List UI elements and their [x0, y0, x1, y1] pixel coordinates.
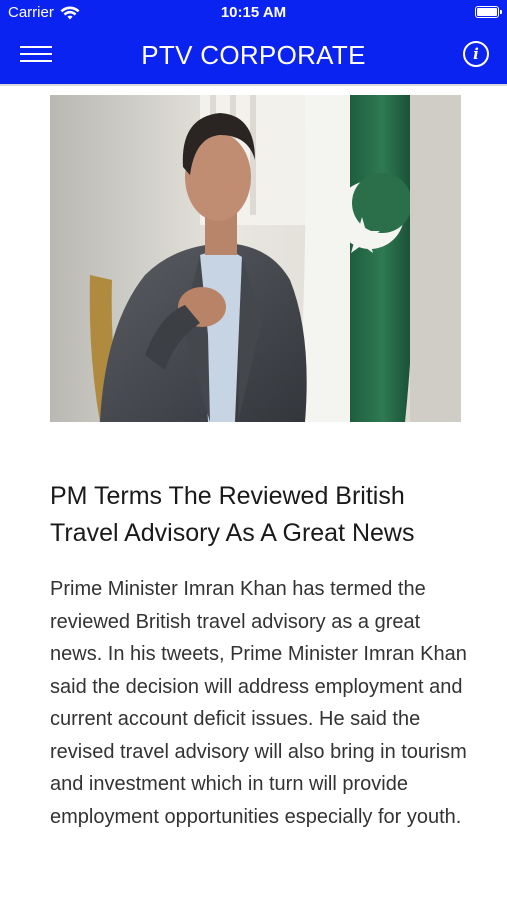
article-headline: PM Terms The Reviewed British Travel Adv…: [50, 482, 415, 547]
status-time: 10:15 AM: [220, 4, 287, 21]
article-body: Prime Minister Imran Khan has termed the…: [50, 578, 467, 828]
app-screen: Carrier 10:15 AM PTV CORPORATE i PM Term…: [0, 0, 507, 900]
article-image: [50, 95, 461, 422]
battery-fill: [477, 8, 497, 16]
info-icon: i: [473, 45, 479, 63]
article-photo: [50, 95, 461, 422]
nav-bar: PTV CORPORATE i: [0, 26, 507, 84]
page-title: PTV CORPORATE: [141, 40, 366, 70]
nav-divider: [0, 84, 507, 86]
battery-icon: [475, 6, 502, 18]
status-bar: Carrier 10:15 AM: [0, 0, 507, 26]
info-button[interactable]: i: [463, 41, 489, 67]
